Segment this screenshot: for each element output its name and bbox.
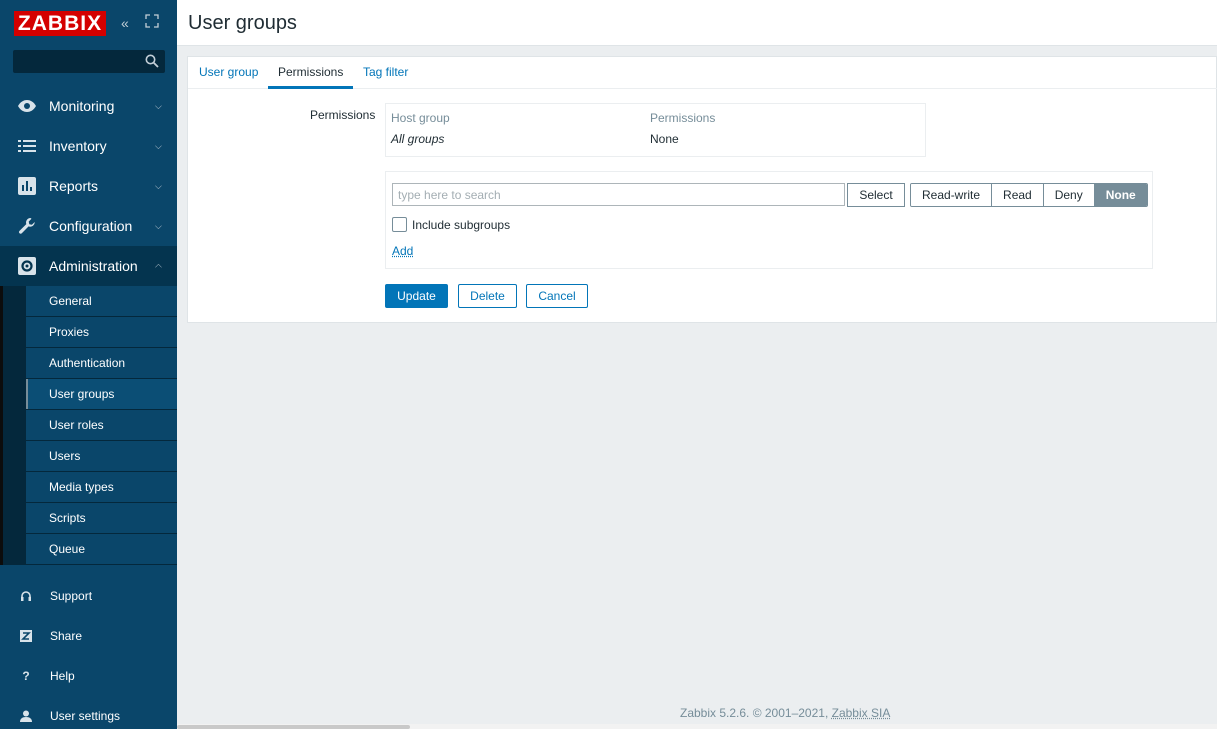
submenu-item-user-roles[interactable]: User roles	[26, 410, 177, 440]
user-icon	[18, 708, 34, 724]
sidebar-search	[13, 50, 165, 73]
permission-read[interactable]: Read	[992, 184, 1044, 206]
permissions-table: Host group Permissions All groups None	[385, 103, 926, 157]
submenu-item-media-types[interactable]: Media types	[26, 472, 177, 502]
column-header-permissions: Permissions	[650, 111, 716, 125]
menu-share[interactable]: Share	[0, 616, 177, 656]
table-cell-permission: None	[650, 132, 679, 146]
submenu-item-users[interactable]: Users	[26, 441, 177, 471]
submenu-item-scripts[interactable]: Scripts	[26, 503, 177, 533]
host-group-search-input[interactable]	[392, 183, 845, 206]
permission-none[interactable]: None	[1094, 184, 1147, 206]
headset-icon	[18, 588, 34, 604]
menu-label: Monitoring	[49, 98, 115, 114]
permission-deny[interactable]: Deny	[1043, 184, 1095, 206]
tab-bar: User group Permissions Tag filter	[188, 57, 1217, 89]
submenu-item-authentication[interactable]: Authentication	[26, 348, 177, 378]
permissions-field-label: Permissions	[310, 108, 376, 122]
chevron-down-icon: ⌵	[155, 140, 162, 151]
menu-help[interactable]: ? Help	[0, 656, 177, 696]
cancel-button[interactable]: Cancel	[526, 284, 588, 308]
permission-level-selector: Read-write Read Deny None	[910, 183, 1148, 207]
page-header: User groups	[177, 0, 1217, 46]
gear-icon	[16, 256, 38, 276]
menu-label: Administration	[49, 258, 138, 274]
select-button[interactable]: Select	[847, 183, 905, 207]
sidebar: ZABBIX « Monitoring ⌵ Inventory ⌵ Report…	[0, 0, 177, 729]
tab-tag-filter[interactable]: Tag filter	[353, 57, 418, 89]
delete-button[interactable]: Delete	[458, 284, 517, 308]
menu-monitoring[interactable]: Monitoring ⌵	[0, 86, 177, 126]
bar-chart-icon	[16, 176, 38, 196]
chevron-down-icon: ⌵	[155, 220, 162, 231]
logo-row: ZABBIX «	[0, 0, 177, 48]
menu-administration[interactable]: Administration ⌵	[0, 246, 177, 286]
menu-label: Reports	[49, 178, 99, 194]
submenu-item-general[interactable]: General	[26, 286, 177, 316]
sidebar-search-input[interactable]	[14, 51, 138, 72]
menu-label: User settings	[50, 709, 121, 723]
submenu-item-queue[interactable]: Queue	[26, 534, 177, 564]
eye-icon	[16, 96, 38, 116]
menu-label: Share	[50, 629, 83, 643]
add-permission-link[interactable]: Add	[392, 244, 413, 258]
page-title: User groups	[188, 12, 297, 34]
search-icon[interactable]	[145, 54, 159, 68]
submenu-strip	[0, 286, 3, 565]
chevron-down-icon: ⌵	[155, 180, 162, 191]
add-permission-form: Select Read-write Read Deny None Include…	[385, 171, 1153, 269]
share-z-icon	[18, 628, 34, 644]
menu-label: Inventory	[49, 138, 107, 154]
page-footer: Zabbix 5.2.6. © 2001–2021, Zabbix SIA	[680, 706, 890, 720]
table-cell-host-group: All groups	[391, 132, 445, 146]
menu-label: Support	[50, 589, 93, 603]
double-chevron-left-icon[interactable]: «	[121, 14, 129, 32]
menu-label: Help	[50, 669, 75, 683]
menu-reports[interactable]: Reports ⌵	[0, 166, 177, 206]
wrench-icon	[16, 216, 38, 236]
footer-text: Zabbix 5.2.6. © 2001–2021,	[680, 706, 832, 720]
tab-permissions[interactable]: Permissions	[268, 57, 354, 89]
submenu-item-user-groups[interactable]: User groups	[26, 379, 177, 409]
list-icon	[16, 136, 38, 156]
expand-icon[interactable]	[145, 14, 159, 32]
question-icon: ?	[22, 669, 30, 683]
footer-company-link[interactable]: Zabbix SIA	[832, 706, 891, 720]
user-group-form: User group Permissions Tag filter Permis…	[187, 56, 1217, 323]
menu-user-settings[interactable]: User settings	[0, 696, 177, 729]
zabbix-logo[interactable]: ZABBIX	[14, 11, 106, 36]
chevron-down-icon: ⌵	[155, 100, 162, 111]
update-button[interactable]: Update	[385, 284, 448, 308]
permission-read-write[interactable]: Read-write	[911, 184, 993, 206]
submenu-item-proxies[interactable]: Proxies	[26, 317, 177, 347]
menu-inventory[interactable]: Inventory ⌵	[0, 126, 177, 166]
chevron-up-icon: ⌵	[155, 261, 162, 272]
menu-support[interactable]: Support	[0, 576, 177, 616]
tab-user-group[interactable]: User group	[189, 57, 268, 89]
column-header-host-group: Host group	[391, 111, 450, 125]
menu-label: Configuration	[49, 218, 133, 234]
include-subgroups-checkbox[interactable]	[392, 217, 407, 232]
include-subgroups-label[interactable]: Include subgroups	[412, 218, 510, 232]
menu-configuration[interactable]: Configuration ⌵	[0, 206, 177, 246]
horizontal-scrollbar[interactable]	[177, 725, 410, 729]
